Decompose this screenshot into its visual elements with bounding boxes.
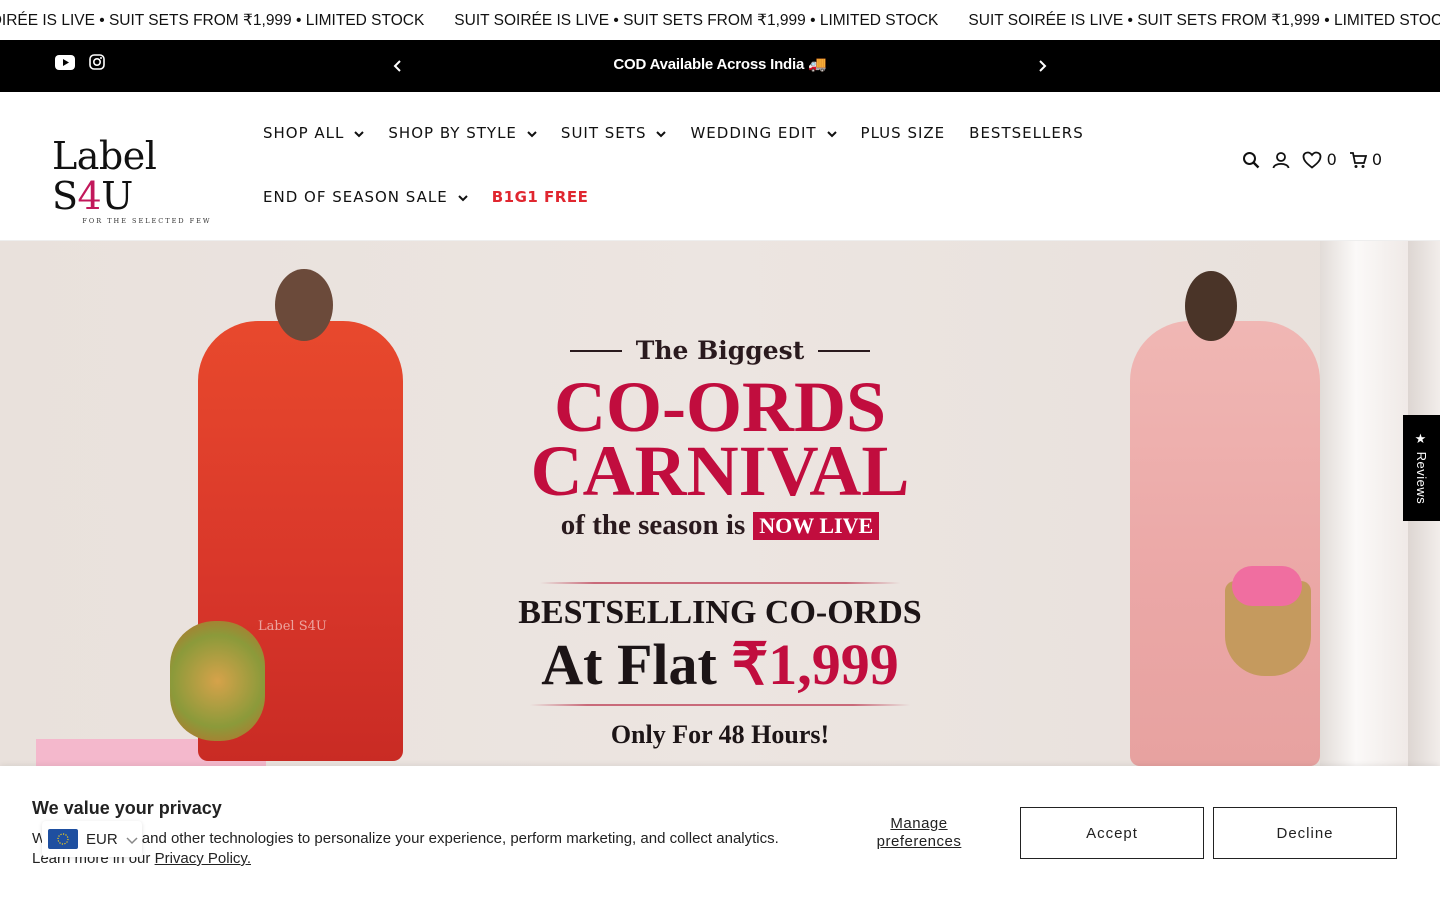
hero-model-right-head bbox=[1185, 271, 1237, 341]
nav-label: END OF SEASON SALE bbox=[263, 188, 448, 206]
wishlist-count: 0 bbox=[1326, 150, 1337, 169]
cart-count: 0 bbox=[1371, 150, 1382, 169]
nav-shop-all[interactable]: SHOP ALL bbox=[263, 124, 365, 142]
hero-subline: of the season is NOW LIVE bbox=[500, 509, 940, 542]
nav-wedding-edit[interactable]: WEDDING EDIT bbox=[690, 124, 837, 142]
hero-offer-title: BESTSELLING CO-ORDS bbox=[518, 594, 922, 631]
nav-label: PLUS SIZE bbox=[860, 124, 946, 142]
cart-icon bbox=[1349, 151, 1367, 168]
chevron-down-icon bbox=[354, 124, 365, 142]
hero-price-prefix: At Flat bbox=[541, 632, 717, 697]
hero-watermark: Label S4U bbox=[258, 619, 327, 634]
hero-divider bbox=[540, 582, 900, 584]
nav-label: SUIT SETS bbox=[560, 124, 647, 142]
now-live-badge: NOW LIVE bbox=[753, 511, 880, 540]
main-nav: SHOP ALL SHOP BY STYLE SUIT SETS WEDDING… bbox=[263, 110, 1123, 220]
header-icons: 0 0 bbox=[1242, 150, 1382, 169]
chevron-down-icon bbox=[826, 124, 837, 142]
heart-icon bbox=[1302, 151, 1322, 169]
nav-end-of-season-sale[interactable]: END OF SEASON SALE bbox=[263, 188, 468, 206]
hero-headline-1: CO-ORDS bbox=[553, 367, 886, 447]
nav-suit-sets[interactable]: SUIT SETS bbox=[561, 124, 667, 142]
nav-label: BESTSELLERS bbox=[969, 124, 1084, 142]
cookie-text: We use cookies and other technologies to… bbox=[32, 829, 792, 869]
nav-bestsellers[interactable]: BESTSELLERS bbox=[969, 124, 1084, 142]
hero-kicker: The Biggest bbox=[500, 336, 940, 365]
announcement-text: COD Available Across India 🚚 bbox=[613, 56, 827, 73]
privacy-policy-link[interactable]: Privacy Policy. bbox=[155, 850, 251, 867]
logo[interactable]: Label S4U FOR THE SELECTED FEW bbox=[52, 136, 242, 225]
nav-label: WEDDING EDIT bbox=[690, 124, 817, 142]
hero-banner[interactable]: Label S4U The Biggest CO-ORDS CARNIVAL o… bbox=[0, 241, 1440, 766]
accept-button[interactable]: Accept bbox=[1020, 807, 1204, 859]
chevron-down-icon bbox=[457, 188, 468, 206]
search-icon[interactable] bbox=[1242, 151, 1260, 169]
chevron-right-icon bbox=[1039, 60, 1047, 72]
currency-selector[interactable]: EUR bbox=[42, 821, 142, 857]
logo-tagline: FOR THE SELECTED FEW bbox=[82, 217, 212, 225]
promo-marquee: T SOIRÉE IS LIVE • SUIT SETS FROM ₹1,999… bbox=[0, 0, 1440, 40]
announcement-bar: COD Available Across India 🚚 bbox=[0, 40, 1440, 92]
reviews-tab[interactable]: ★ Reviews bbox=[1403, 415, 1440, 521]
nav-b1g1-free[interactable]: B1G1 FREE bbox=[492, 188, 589, 206]
hero-headline-2: CARNIVAL bbox=[530, 431, 910, 511]
hero-pillar bbox=[1320, 241, 1410, 766]
hero-model-right bbox=[1130, 321, 1320, 766]
cookie-body: We use cookies and other technologies to… bbox=[32, 830, 779, 867]
manage-preferences-link[interactable]: Manage preferences bbox=[860, 815, 978, 851]
decline-button[interactable]: Decline bbox=[1213, 807, 1397, 859]
cart-button[interactable]: 0 bbox=[1349, 150, 1382, 169]
wishlist-button[interactable]: 0 bbox=[1302, 150, 1337, 169]
nav-plus-size[interactable]: PLUS SIZE bbox=[861, 124, 946, 142]
nav-label: B1G1 FREE bbox=[491, 188, 589, 206]
chevron-down-icon bbox=[656, 124, 667, 142]
nav-label: SHOP ALL bbox=[263, 124, 345, 142]
reviews-tab-label: ★ Reviews bbox=[1414, 431, 1429, 505]
nav-label: SHOP BY STYLE bbox=[388, 124, 517, 142]
eu-flag-icon bbox=[48, 829, 78, 849]
currency-code: EUR bbox=[86, 830, 118, 848]
hero-kicker-text: The Biggest bbox=[635, 336, 805, 365]
hero-subline-text: of the season is bbox=[560, 509, 746, 541]
cookie-banner: We value your privacy We use cookies and… bbox=[0, 766, 1440, 900]
announcement-next-button[interactable] bbox=[1030, 54, 1054, 78]
hero-model-right-flowers bbox=[1232, 566, 1302, 606]
hero-price-value: ₹1,999 bbox=[731, 632, 899, 697]
site-header: Label S4U FOR THE SELECTED FEW SHOP ALL … bbox=[0, 92, 1440, 241]
account-icon[interactable] bbox=[1272, 151, 1290, 169]
hero-divider bbox=[530, 704, 910, 706]
hero-price: At Flat ₹1,999 bbox=[500, 632, 940, 698]
cookie-title: We value your privacy bbox=[32, 798, 222, 818]
marquee-text: T SOIRÉE IS LIVE • SUIT SETS FROM ₹1,999… bbox=[0, 11, 425, 29]
chevron-down-icon bbox=[527, 124, 537, 142]
logo-text-end: U bbox=[101, 174, 133, 218]
hero-timer-text: Only For 48 Hours! bbox=[610, 720, 830, 749]
hero-copy: The Biggest CO-ORDS CARNIVAL of the seas… bbox=[500, 336, 940, 750]
logo-accent: 4 bbox=[77, 174, 102, 218]
marquee-text: SUIT SOIRÉE IS LIVE • SUIT SETS FROM ₹1,… bbox=[968, 11, 1440, 29]
chevron-down-icon bbox=[126, 830, 138, 849]
marquee-text: SUIT SOIRÉE IS LIVE • SUIT SETS FROM ₹1,… bbox=[454, 11, 939, 29]
hero-model-left-bag bbox=[170, 621, 265, 741]
nav-shop-by-style[interactable]: SHOP BY STYLE bbox=[388, 124, 537, 142]
nav-row-2: END OF SEASON SALE B1G1 FREE bbox=[263, 174, 1123, 220]
hero-model-left-head bbox=[275, 269, 333, 341]
nav-row-1: SHOP ALL SHOP BY STYLE SUIT SETS WEDDING… bbox=[263, 110, 1123, 156]
